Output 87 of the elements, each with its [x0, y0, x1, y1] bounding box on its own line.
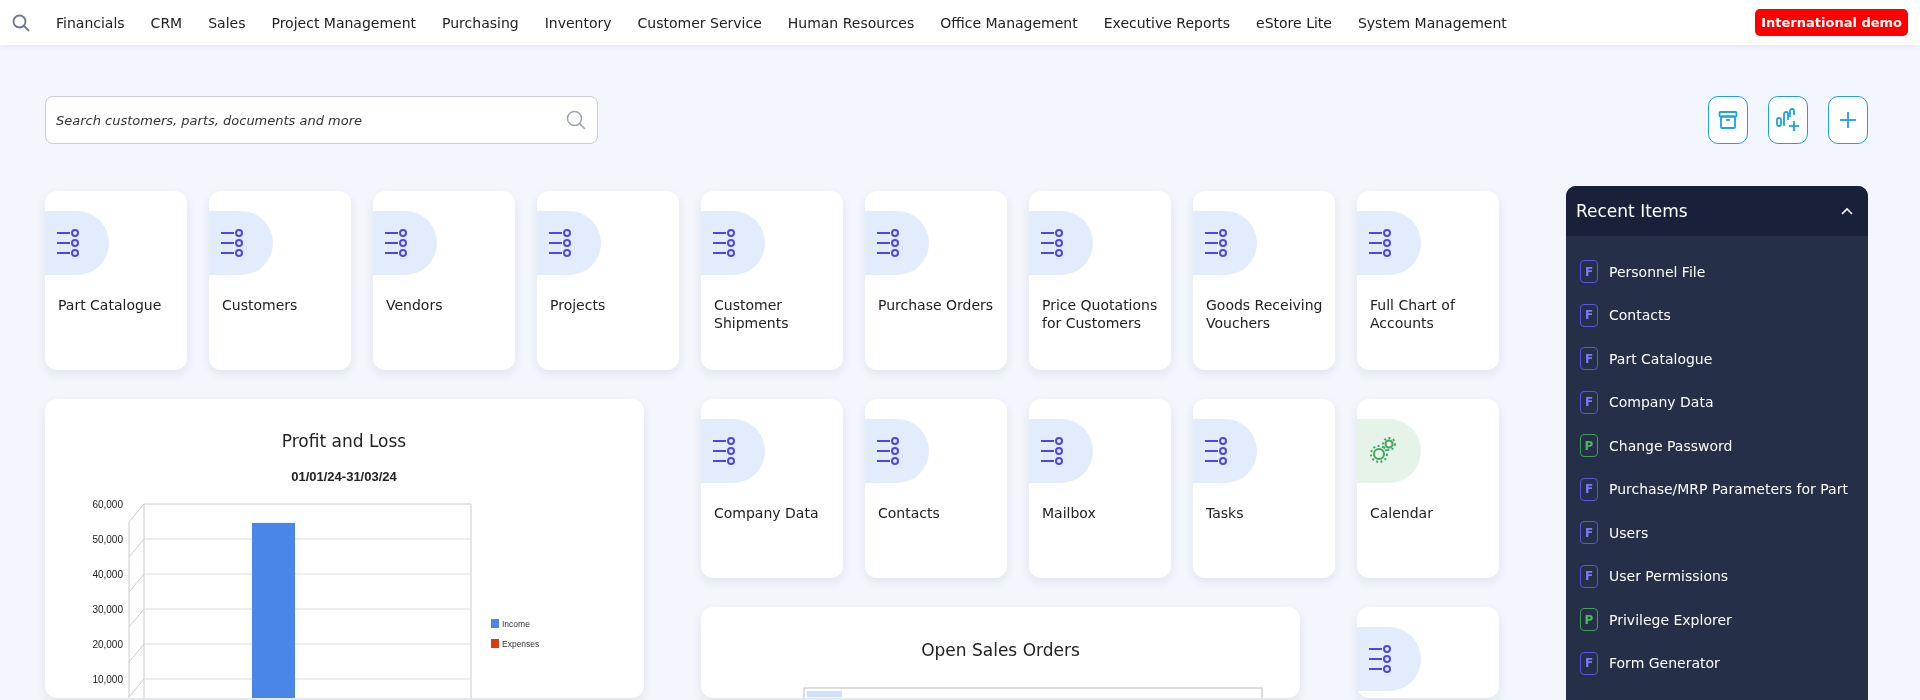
axis-tick-label: 20,000: [92, 639, 123, 650]
legend-swatch: [491, 619, 499, 628]
axis-tick-label: 60,000: [92, 499, 123, 510]
type-badge: F: [1580, 564, 1598, 588]
axis-tick-label: 40,000: [92, 569, 123, 580]
tile-label: Full Chart of Accounts: [1370, 296, 1457, 332]
app-tile[interactable]: Customers: [209, 191, 351, 370]
tile-label: Goods Receiving Vouchers: [1206, 296, 1324, 332]
demo-badge: International demo: [1755, 9, 1908, 36]
chart-title: Open Sales Orders: [920, 640, 1081, 660]
archive-icon: [1718, 111, 1738, 129]
type-badge: F: [1580, 390, 1598, 414]
tile-label: Mailbox: [1042, 504, 1097, 522]
recent-item-link[interactable]: User Permissions: [1609, 568, 1729, 585]
chart-title: Profit and Loss: [281, 431, 407, 451]
search-field[interactable]: Search customers, parts, documents and more: [45, 96, 598, 144]
recent-item-link[interactable]: Purchase/MRP Parameters for Part: [1609, 481, 1848, 498]
tile-label: Contacts: [878, 504, 941, 522]
nav-menu-item[interactable]: Office Management: [940, 14, 1078, 31]
recent-item-link[interactable]: Part Catalogue: [1609, 350, 1713, 367]
legend-label: Expenses: [502, 639, 540, 649]
app-tile[interactable]: Price Quotations for Customers: [1029, 191, 1171, 370]
chevron-up-icon[interactable]: [1840, 206, 1854, 216]
nav-menu-item[interactable]: Executive Reports: [1103, 14, 1231, 31]
legend-label: Income: [502, 619, 530, 629]
nav-menu-item[interactable]: CRM: [150, 14, 183, 31]
archive-button[interactable]: [1708, 96, 1748, 144]
tile-label: Customer Shipments: [714, 296, 790, 332]
tile-label: Tasks: [1206, 504, 1245, 522]
tile-label: Company Data: [714, 504, 820, 522]
app-tile[interactable]: Contacts: [865, 399, 1007, 578]
add-chart-button[interactable]: [1768, 96, 1808, 144]
tile-label: Calendar: [1370, 504, 1434, 522]
nav-menu-item[interactable]: Financials: [56, 14, 125, 31]
app-tile[interactable]: Tasks: [1193, 399, 1335, 578]
axis-tick-label: 50,000: [92, 534, 123, 545]
tile-label: Customers: [222, 296, 299, 314]
nav-menu-item[interactable]: eStore Lite: [1256, 14, 1332, 31]
axis-tick-label: 10,000: [92, 674, 123, 685]
app-tile[interactable]: Vendors: [373, 191, 515, 370]
type-badge: P: [1580, 608, 1598, 632]
app-tile[interactable]: Goods Receiving Vouchers: [1193, 191, 1335, 370]
app-tile[interactable]: Purchase Orders: [865, 191, 1007, 370]
chart-subtitle: 01/01/24-31/03/24: [291, 469, 397, 484]
app-tile[interactable]: Company Data: [701, 399, 843, 578]
gears-icon: [1369, 437, 1397, 465]
tile-label: Part Catalogue: [58, 296, 163, 314]
recent-item-link[interactable]: Contacts: [1609, 307, 1671, 324]
legend-swatch: [491, 639, 499, 648]
app-tile[interactable]: Customer Shipments: [701, 191, 843, 370]
type-badge: F: [1580, 347, 1598, 371]
recent-item-link[interactable]: Privilege Explorer: [1609, 611, 1732, 628]
app-tile[interactable]: Calendar: [1357, 399, 1499, 578]
app-tile[interactable]: Projects: [537, 191, 679, 370]
panel-title: Recent Items: [1576, 201, 1688, 221]
app-tile[interactable]: Full Chart of Accounts: [1357, 191, 1499, 370]
nav-menu-item[interactable]: Purchasing: [442, 14, 519, 31]
type-badge: F: [1580, 651, 1598, 675]
axis-tick-label: 30,000: [92, 604, 123, 615]
plus-icon: [1839, 111, 1857, 129]
tile-label: Vendors: [386, 296, 444, 314]
nav-menu-item[interactable]: Inventory: [544, 14, 612, 31]
tile-label: Projects: [550, 296, 607, 314]
type-badge: F: [1580, 303, 1598, 327]
nav-menu-item[interactable]: Human Resources: [787, 14, 915, 31]
type-badge: F: [1580, 477, 1598, 501]
search-icon: [566, 110, 586, 130]
app-tile[interactable]: [1357, 607, 1499, 698]
search-icon: [12, 13, 30, 32]
app-tile[interactable]: Mailbox: [1029, 399, 1171, 578]
nav-menu-item[interactable]: Project Management: [271, 14, 417, 31]
type-badge: P: [1580, 434, 1598, 458]
tile-label: Purchase Orders: [878, 296, 995, 314]
recent-item-link[interactable]: Form Generator: [1609, 655, 1720, 672]
nav-menu-item[interactable]: System Management: [1357, 14, 1507, 31]
tile-label: Price Quotations for Customers: [1042, 296, 1159, 332]
type-badge: F: [1580, 521, 1598, 545]
chart-add-icon: [1776, 108, 1800, 132]
add-button[interactable]: [1828, 96, 1868, 144]
recent-item-link[interactable]: Company Data: [1609, 394, 1714, 411]
nav-menu-item[interactable]: Customer Service: [637, 14, 762, 31]
type-badge: F: [1580, 260, 1598, 284]
recent-item-link[interactable]: Personnel File: [1609, 263, 1706, 280]
nav-menu-item[interactable]: Sales: [208, 14, 246, 31]
app-tile[interactable]: Part Catalogue: [45, 191, 187, 370]
recent-item-link[interactable]: Users: [1609, 524, 1649, 541]
recent-item-link[interactable]: Change Password: [1609, 437, 1733, 454]
